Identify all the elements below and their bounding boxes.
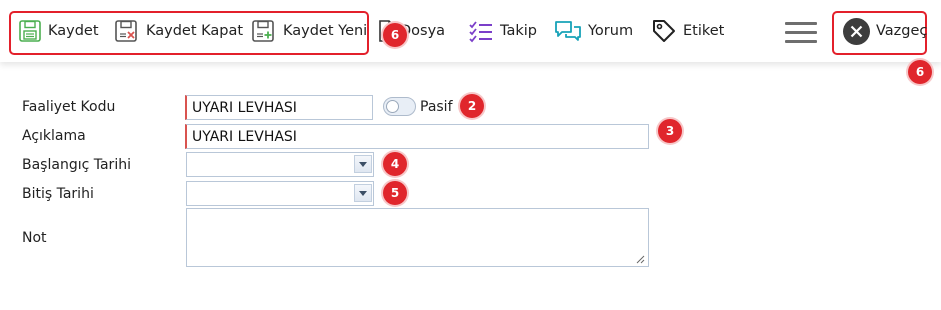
description-input[interactable] [185,124,649,149]
tag-icon [651,18,677,44]
resize-grip-icon[interactable] [635,254,645,264]
annotation-badge: 6 [908,60,932,84]
save-close-icon [114,19,140,43]
note-textarea[interactable] [186,208,649,267]
comment-icon [554,19,582,43]
save-close-button[interactable]: Kaydet Kapat [114,14,243,48]
save-new-icon [251,19,277,43]
end-date-label: Bitiş Tarihi [22,186,94,202]
save-label: Kaydet [48,23,99,39]
dropdown-arrow-icon[interactable] [354,155,372,173]
cancel-button[interactable]: Vazgeç [843,14,927,48]
annotation-badge: 2 [460,94,484,118]
close-icon [843,17,870,45]
toggle-knob [386,100,399,113]
activity-code-input[interactable] [185,95,373,120]
checklist-icon [468,19,494,43]
tag-label: Etiket [683,23,725,39]
activity-code-label: Faaliyet Kodu [22,99,116,115]
menu-icon[interactable] [785,22,817,44]
status-toggle[interactable] [383,97,416,116]
annotation-badge: 3 [658,119,682,143]
description-label: Açıklama [22,128,86,144]
dropdown-arrow-icon[interactable] [354,184,372,202]
save-new-label: Kaydet Yeni [283,23,368,39]
tag-button[interactable]: Etiket [651,14,724,48]
note-label: Not [22,230,47,246]
cancel-label: Vazgeç [876,23,928,39]
start-date-picker[interactable] [186,152,374,177]
save-button[interactable]: Kaydet [18,14,99,48]
save-close-label: Kaydet Kapat [146,23,244,39]
status-label: Pasif [420,99,453,115]
start-date-input[interactable] [186,152,374,177]
annotation-badge: 5 [383,181,407,205]
end-date-picker[interactable] [186,181,374,206]
follow-label: Takip [500,23,537,39]
annotation-badge: 6 [383,23,407,47]
comment-button[interactable]: Yorum [554,14,633,48]
start-date-label: Başlangıç Tarihi [22,157,131,173]
follow-button[interactable]: Takip [468,14,537,48]
comment-label: Yorum [588,23,634,39]
save-icon [18,19,42,43]
annotation-badge: 4 [383,152,407,176]
end-date-input[interactable] [186,181,374,206]
save-new-button[interactable]: Kaydet Yeni [251,14,367,48]
toolbar: Kaydet Kaydet Kapat Kaydet Yeni Dosya Ta… [0,0,941,62]
